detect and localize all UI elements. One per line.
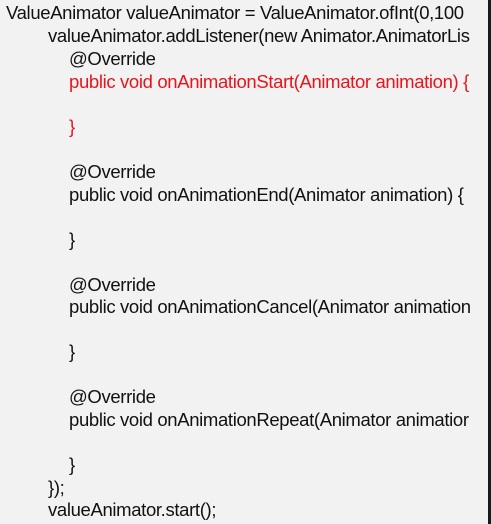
code-line-override-start: @Override — [69, 48, 156, 69]
code-line-on-animation-start: public void onAnimationStart(Animator an… — [69, 71, 469, 92]
code-line-override-repeat: @Override — [69, 386, 156, 407]
code-line-declaration: ValueAnimator valueAnimator = ValueAnima… — [6, 2, 464, 23]
code-line-close-brace-start: } — [69, 116, 75, 137]
code-line-start-call: valueAnimator.start(); — [48, 499, 217, 520]
code-snippet: ValueAnimator valueAnimator = ValueAnima… — [0, 0, 487, 524]
code-line-add-listener: valueAnimator.addListener(new Animator.A… — [48, 25, 470, 46]
code-line-close-brace-repeat: } — [69, 454, 75, 475]
code-line-close-brace-end: } — [69, 229, 75, 250]
code-line-on-animation-repeat: public void onAnimationRepeat(Animator a… — [69, 409, 469, 430]
code-line-close-listener: }); — [48, 477, 65, 498]
code-line-close-brace-cancel: } — [69, 341, 75, 362]
code-line-on-animation-end: public void onAnimationEnd(Animator anim… — [69, 184, 464, 205]
code-line-on-animation-cancel: public void onAnimationCancel(Animator a… — [69, 296, 471, 317]
code-line-override-end: @Override — [69, 161, 156, 182]
code-line-override-cancel: @Override — [69, 274, 156, 295]
